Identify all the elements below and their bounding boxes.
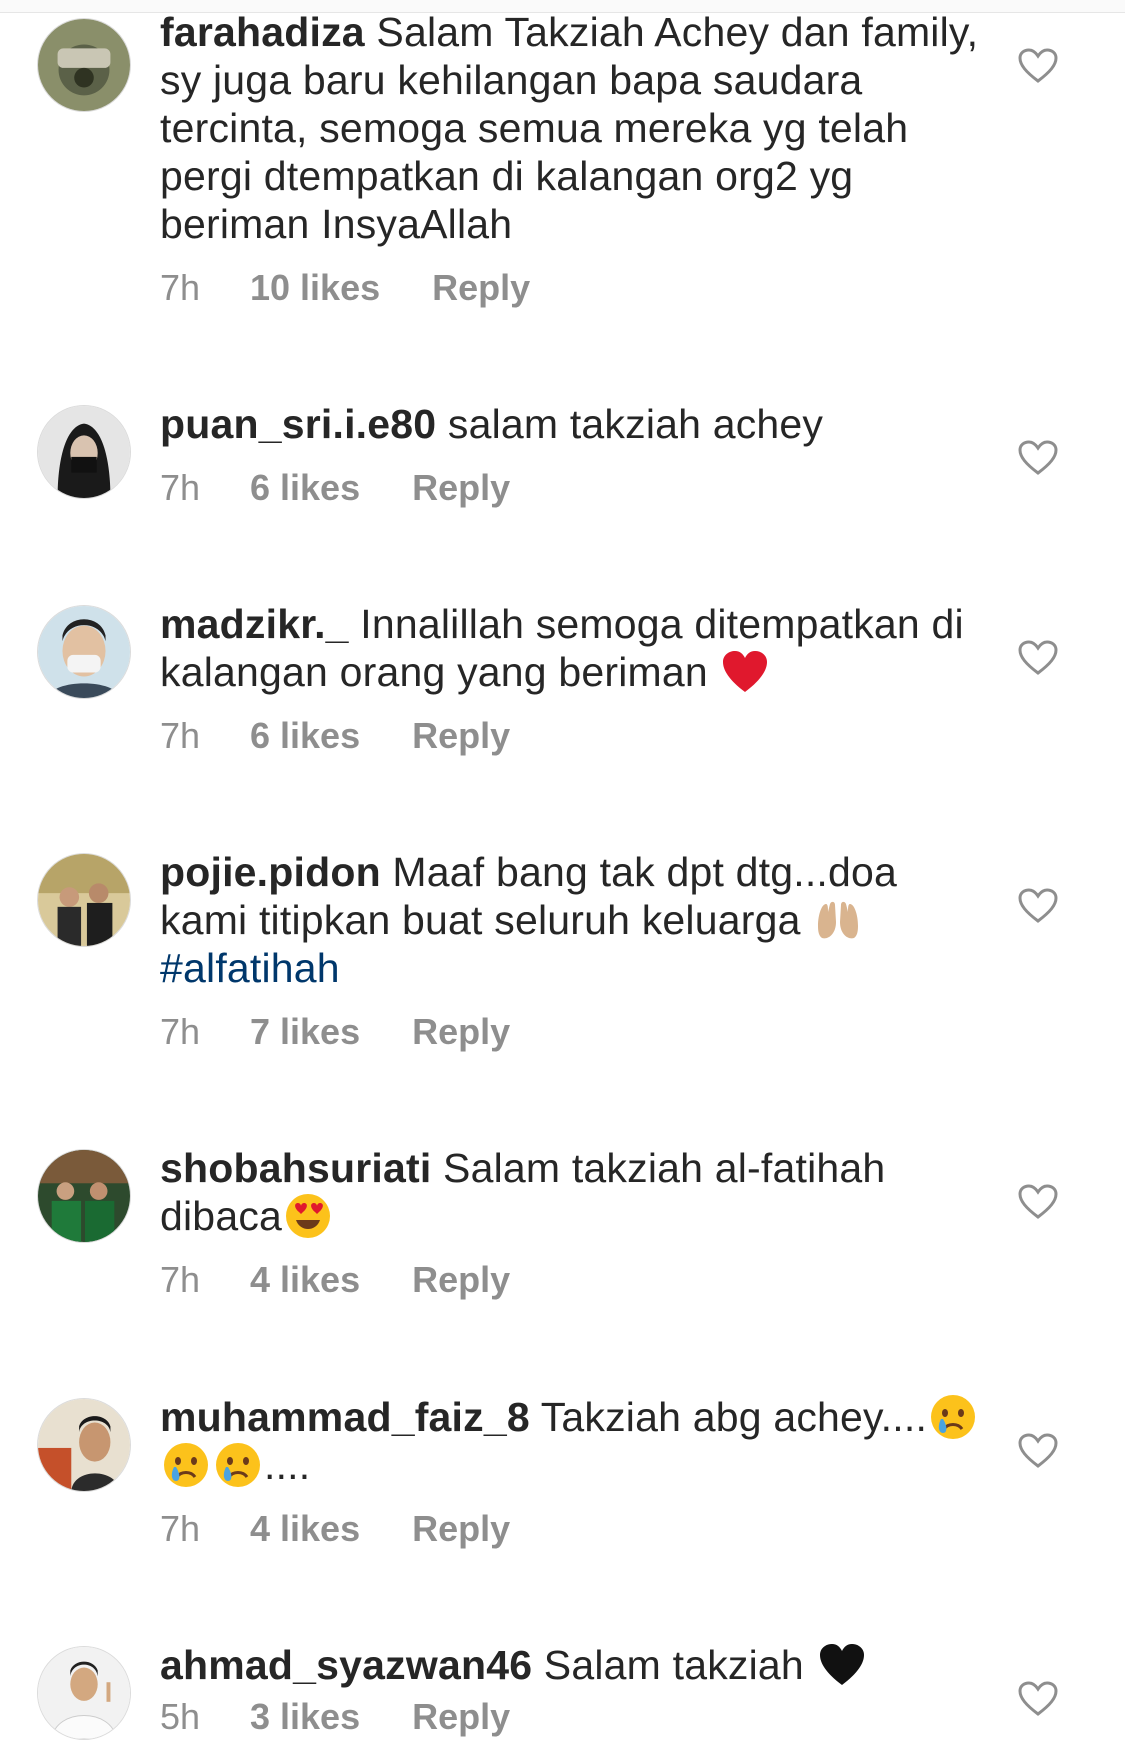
comment-username[interactable]: muhammad_faiz_8 [160, 1394, 530, 1440]
avatar[interactable] [37, 18, 131, 112]
crying-face-emoji [929, 1393, 977, 1441]
heart-eyes-emoji [284, 1192, 332, 1240]
like-heart-icon[interactable] [1018, 640, 1058, 676]
comment-username[interactable]: ahmad_syazwan46 [160, 1642, 532, 1688]
like-heart-icon[interactable] [1018, 1184, 1058, 1220]
comment-likes[interactable]: 10 likes [250, 264, 380, 312]
like-heart-icon[interactable] [1018, 888, 1058, 924]
comment-text: puan_sri.i.e80 salam takziah achey [160, 400, 980, 448]
comment-time: 7h [160, 1011, 201, 1052]
comment-username[interactable]: farahadiza [160, 9, 365, 55]
like-heart-icon[interactable] [1018, 48, 1058, 84]
comment-meta: 7h 4 likes Reply [160, 1505, 980, 1553]
comment-meta: 7h 4 likes Reply [160, 1256, 980, 1304]
comment-body-suffix: .... [264, 1442, 311, 1488]
avatar[interactable] [37, 1646, 131, 1740]
comment-text: muhammad_faiz_8 Takziah abg achey.......… [160, 1393, 980, 1489]
comment-meta: 7h 6 likes Reply [160, 464, 980, 512]
comment-likes[interactable]: 4 likes [250, 1256, 360, 1304]
comment-text: shobahsuriati Salam takziah al-fatihah d… [160, 1144, 980, 1240]
palms-up-emoji [814, 896, 862, 944]
comment-body: Salam takziah [532, 1642, 816, 1688]
comment-text: madzikr._ Innalillah semoga ditempatkan … [160, 600, 980, 696]
comment-text: pojie.pidon Maaf bang tak dpt dtg...doa … [160, 848, 980, 992]
hashtag-link[interactable]: #alfatihah [160, 945, 340, 991]
comment-meta: 5h 3 likes Reply [160, 1693, 980, 1741]
comment-body: Takziah abg achey.... [529, 1394, 928, 1440]
avatar[interactable] [37, 1149, 131, 1243]
comment-username[interactable]: pojie.pidon [160, 849, 381, 895]
comment-likes[interactable]: 4 likes [250, 1505, 360, 1553]
comment-username[interactable]: puan_sri.i.e80 [160, 401, 436, 447]
comment-time: 5h [160, 1696, 201, 1737]
black-heart-emoji [818, 1641, 866, 1689]
avatar[interactable] [37, 1398, 131, 1492]
comment-meta: 7h 6 likes Reply [160, 712, 980, 760]
reply-button[interactable]: Reply [412, 464, 510, 512]
reply-button[interactable]: Reply [412, 712, 510, 760]
reply-button[interactable]: Reply [412, 1256, 510, 1304]
comment-time: 7h [160, 267, 201, 308]
reply-button[interactable]: Reply [412, 1693, 510, 1741]
comment-body: salam takziah achey [436, 401, 824, 447]
reply-button[interactable]: Reply [412, 1505, 510, 1553]
like-heart-icon[interactable] [1018, 1681, 1058, 1717]
comment-text: ahmad_syazwan46 Salam takziah [160, 1641, 980, 1689]
red-heart-emoji [721, 648, 769, 696]
comment-username[interactable]: madzikr._ [160, 601, 349, 647]
comment-time: 7h [160, 1508, 201, 1549]
comment-likes[interactable]: 6 likes [250, 712, 360, 760]
avatar[interactable] [37, 605, 131, 699]
reply-button[interactable]: Reply [412, 1008, 510, 1056]
comment-time: 7h [160, 715, 201, 756]
comment-likes[interactable]: 3 likes [250, 1693, 360, 1741]
comment-text: farahadiza Salam Takziah Achey dan famil… [160, 8, 980, 248]
comment-likes[interactable]: 7 likes [250, 1008, 360, 1056]
comment-time: 7h [160, 467, 201, 508]
comment-time: 7h [160, 1259, 201, 1300]
comment-likes[interactable]: 6 likes [250, 464, 360, 512]
avatar[interactable] [37, 405, 131, 499]
comment-username[interactable]: shobahsuriati [160, 1145, 431, 1191]
avatar[interactable] [37, 853, 131, 947]
like-heart-icon[interactable] [1018, 440, 1058, 476]
crying-face-emoji [214, 1441, 262, 1489]
comment-meta: 7h 7 likes Reply [160, 1008, 980, 1056]
crying-face-emoji [162, 1441, 210, 1489]
comment-meta: 7h 10 likes Reply [160, 264, 980, 312]
reply-button[interactable]: Reply [432, 264, 530, 312]
like-heart-icon[interactable] [1018, 1433, 1058, 1469]
